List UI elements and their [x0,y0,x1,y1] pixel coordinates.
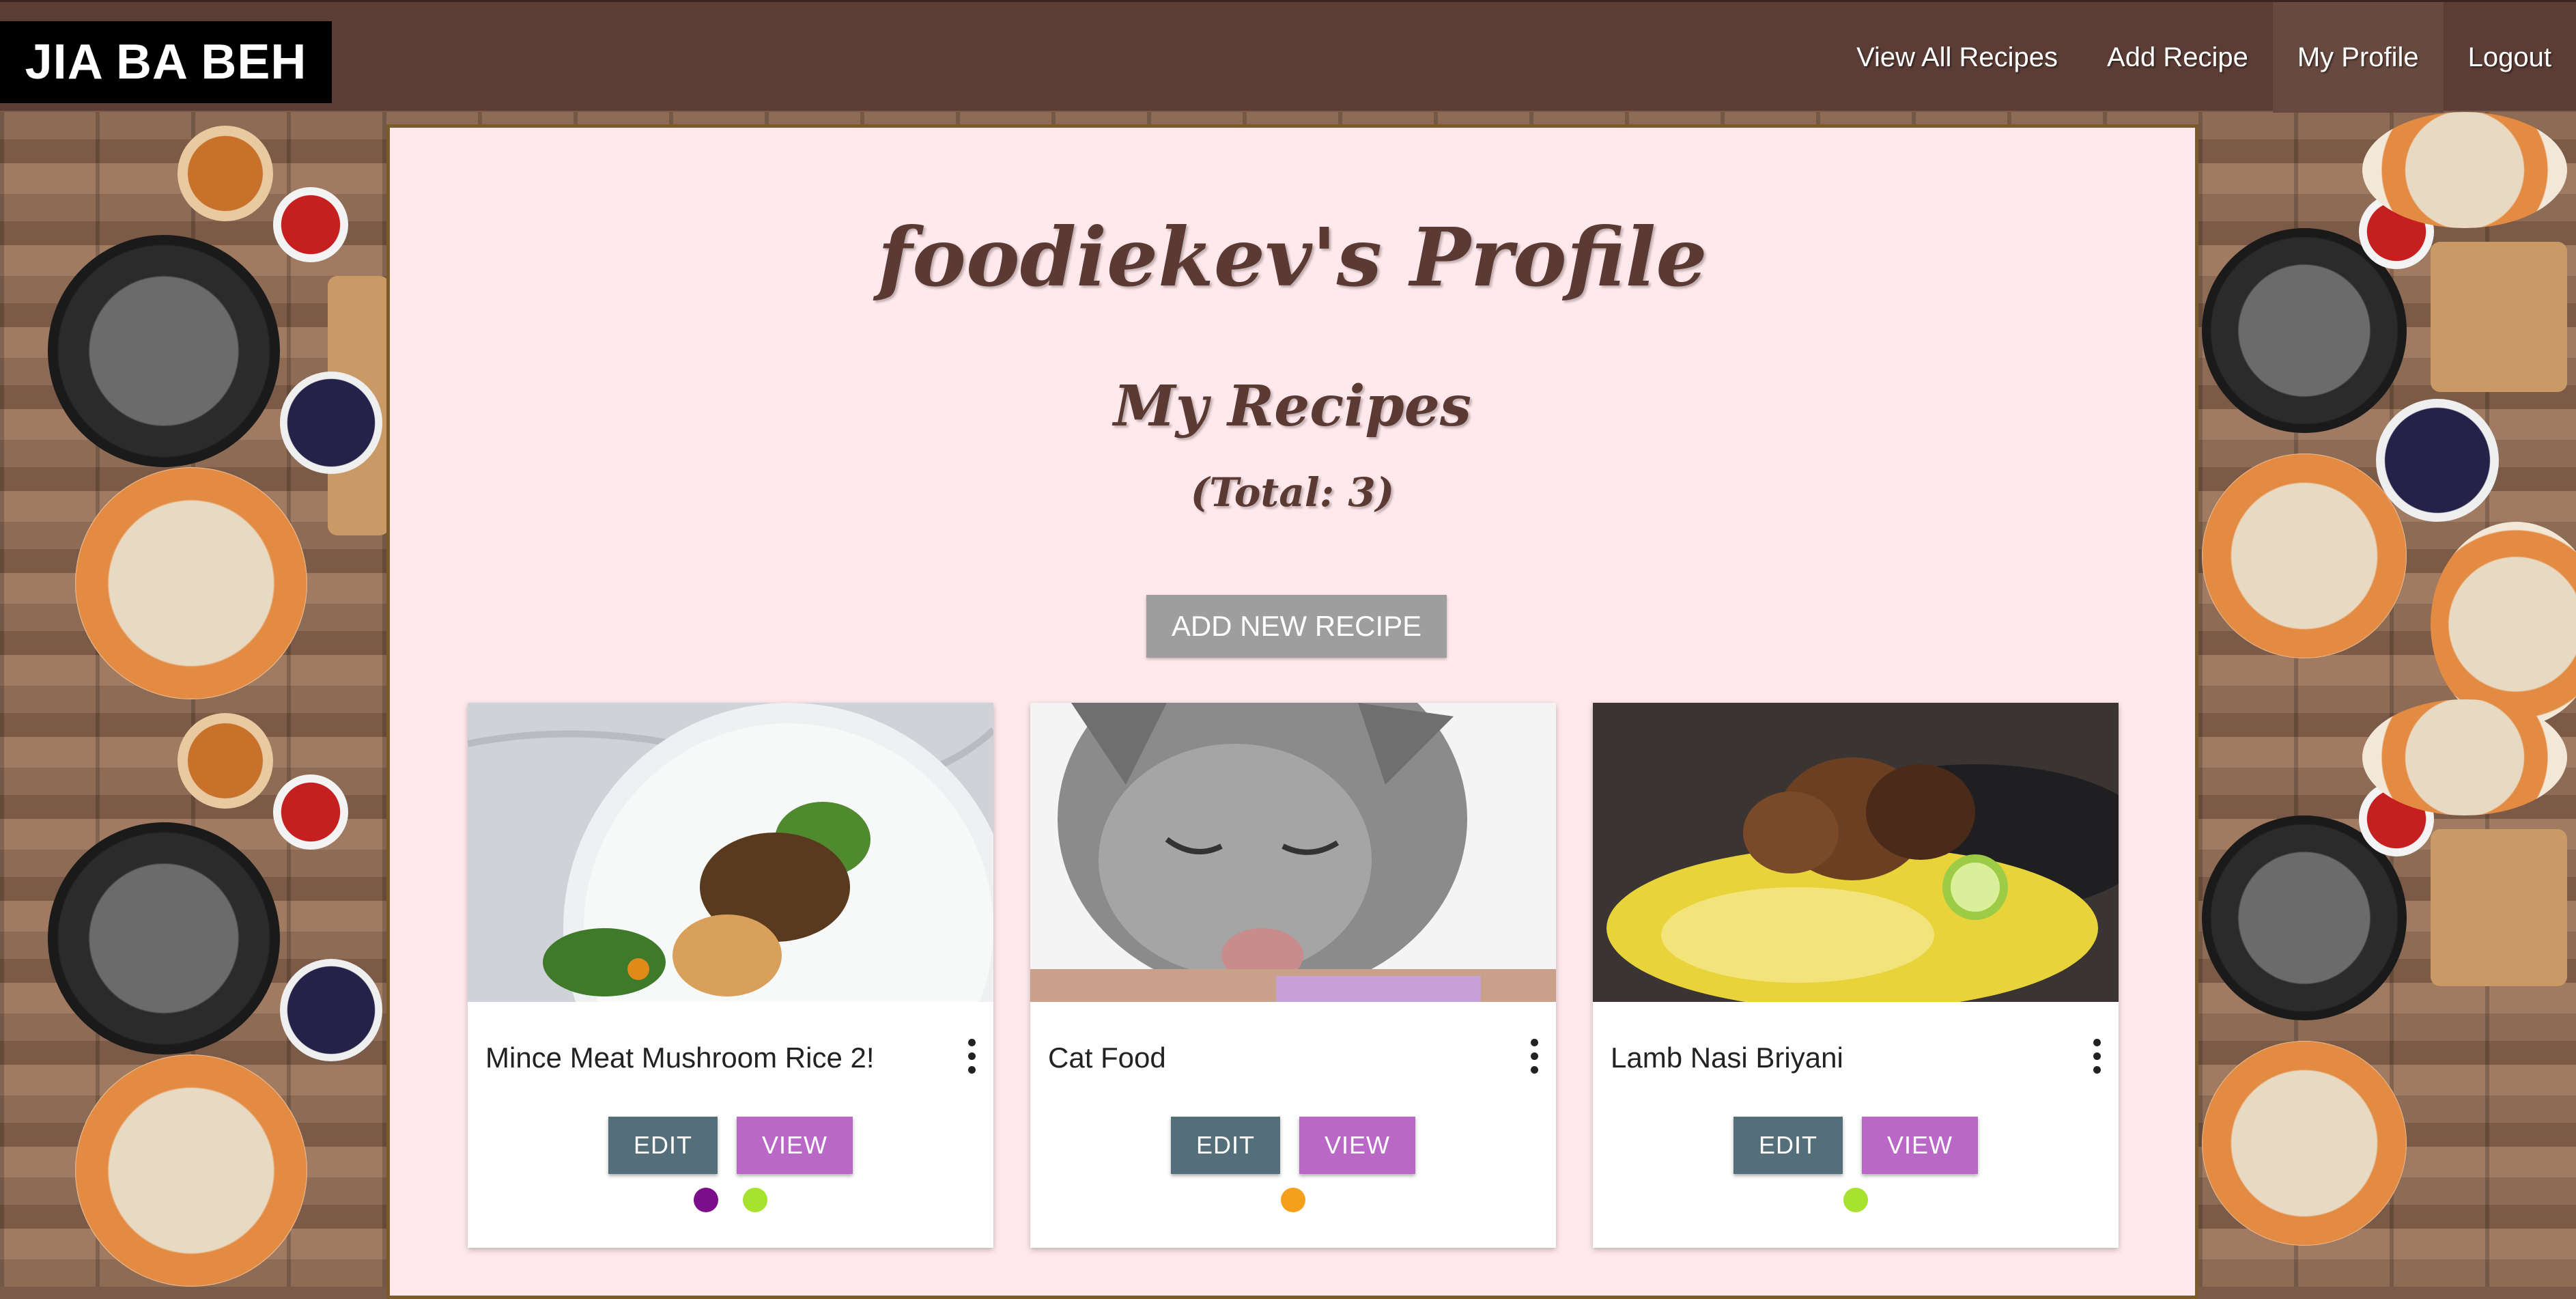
nav-links: View All Recipes Add Recipe My Profile L… [1832,2,2576,113]
edit-button[interactable]: EDIT [1171,1117,1280,1174]
recipe-title[interactable]: Mince Meat Mushroom Rice 2! [485,1042,875,1074]
recipe-total: (Total: 3) [1190,469,1395,516]
olive-bowl [2376,399,2499,522]
plate [2202,453,2407,658]
recipe-image[interactable] [1593,703,2119,1002]
recipe-image[interactable] [1030,703,1556,1002]
cutting-board [2431,829,2567,986]
tea-glass [178,713,273,809]
recipe-card: Cat Food EDIT VIEW [1030,703,1556,1248]
nav-add-recipe[interactable]: Add Recipe [2082,2,2273,113]
site-logo[interactable]: JIA BA BEH [0,21,332,103]
top-navbar: JIA BA BEH View All Recipes Add Recipe M… [0,0,2576,113]
olive-bowl [280,372,382,474]
tea-glass [178,126,273,221]
nav-my-profile[interactable]: My Profile [2272,2,2444,113]
more-vert-icon[interactable] [2090,1039,2104,1074]
recipe-card: Lamb Nasi Briyani EDIT VIEW [1593,703,2119,1248]
recipe-image[interactable] [468,703,993,1002]
sauce-bowl [273,187,348,262]
frying-pan [48,822,280,1054]
recipe-title[interactable]: Cat Food [1048,1042,1166,1074]
plate [75,467,307,699]
tag-dot [1281,1188,1305,1212]
add-new-recipe-button[interactable]: ADD NEW RECIPE [1146,595,1447,658]
edit-button[interactable]: EDIT [1733,1117,1843,1174]
view-button[interactable]: VIEW [737,1117,853,1174]
nav-logout[interactable]: Logout [2444,2,2576,113]
view-button[interactable]: VIEW [1299,1117,1415,1174]
plate [75,1054,307,1287]
edit-button[interactable]: EDIT [608,1117,718,1174]
sauce-bowl [273,774,348,850]
nav-view-all-recipes[interactable]: View All Recipes [1832,2,2082,113]
plate [2362,699,2567,815]
profile-panel: foodiekev's Profile My Recipes (Total: 3… [386,124,2198,1299]
more-vert-icon[interactable] [1527,1039,1541,1074]
view-button[interactable]: VIEW [1862,1117,1978,1174]
tag-dots [468,1188,993,1212]
plate [2202,1041,2407,1246]
olive-bowl [280,959,382,1061]
more-vert-icon[interactable] [965,1039,978,1074]
recipe-title[interactable]: Lamb Nasi Briyani [1611,1042,1843,1074]
frying-pan [48,235,280,467]
tag-dots [1030,1188,1556,1212]
plate [2431,522,2576,727]
tag-dot [1843,1188,1868,1212]
section-title: My Recipes [1113,374,1472,439]
plate [2362,112,2567,228]
recipe-card: Mince Meat Mushroom Rice 2! EDIT VIEW [468,703,993,1248]
tag-dots [1593,1188,2119,1212]
cutting-board [2431,242,2567,392]
tag-dot [694,1188,718,1212]
tag-dot [743,1188,767,1212]
page-title: foodiekev's Profile [877,210,1708,305]
